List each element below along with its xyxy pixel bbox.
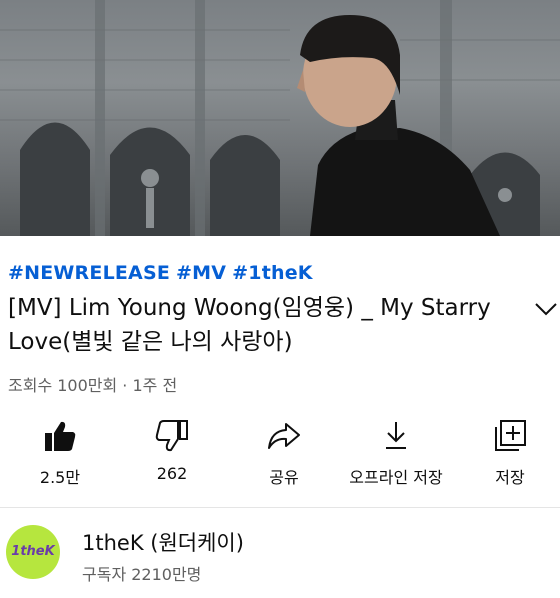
video-player[interactable]: [0, 0, 560, 236]
expand-description-button[interactable]: [534, 301, 558, 317]
like-icon: [45, 421, 76, 451]
dislike-icon: [155, 420, 188, 452]
offline-save-label: 오프라인 저장: [349, 468, 443, 487]
download-icon: [386, 422, 406, 449]
like-button[interactable]: 2.5만: [16, 418, 104, 490]
channel-logo-text: 1theK: [11, 544, 55, 559]
save-label: 저장: [495, 468, 525, 487]
save-to-playlist-icon: [495, 420, 526, 451]
video-title-line: Love(별빛 같은 나의 사랑아): [8, 329, 293, 355]
share-label: 공유: [269, 468, 299, 487]
channel-name[interactable]: 1theK (원더케이): [82, 527, 244, 557]
action-bar: 2.5만 262 공유 오프라인 저장 저장: [0, 418, 560, 490]
dislike-count: 262: [156, 464, 188, 483]
view-count-date: 조회수 100만회 · 1주 전: [8, 376, 178, 395]
dislike-button[interactable]: 262: [128, 418, 216, 490]
hashtag-link[interactable]: #1theK: [232, 262, 313, 284]
share-button[interactable]: 공유: [240, 418, 328, 490]
video-title-line: [MV] Lim Young Woong(임영웅) _ My Starry: [8, 295, 491, 321]
like-count: 2.5만: [39, 468, 81, 487]
chevron-down-icon: [535, 303, 557, 316]
hashtag-row: #NEWRELEASE #MV #1theK: [8, 262, 319, 284]
divider: [0, 507, 560, 508]
video-frame-image: [0, 0, 560, 236]
channel-avatar[interactable]: 1theK: [6, 525, 60, 579]
save-button[interactable]: 저장: [468, 418, 552, 490]
hashtag-link[interactable]: #NEWRELEASE: [8, 262, 170, 284]
share-icon: [268, 423, 300, 449]
offline-save-button[interactable]: 오프라인 저장: [336, 418, 456, 490]
hashtag-link[interactable]: #MV: [176, 262, 226, 284]
video-title[interactable]: [MV] Lim Young Woong(임영웅) _ My Starry Lo…: [8, 291, 513, 359]
subscriber-count: 구독자 2210만명: [82, 565, 202, 584]
